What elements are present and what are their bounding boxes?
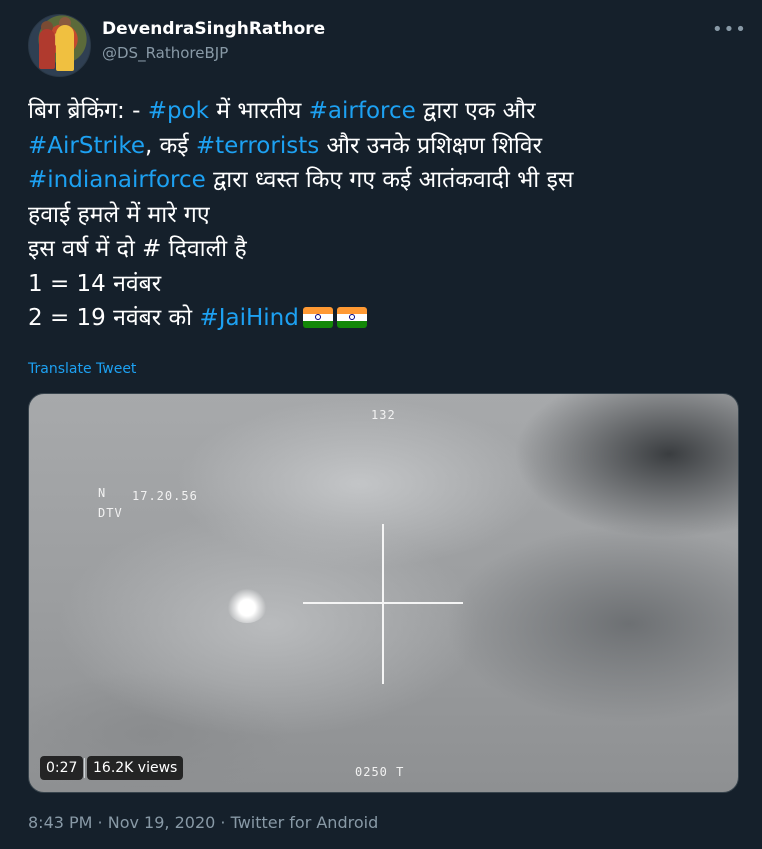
tweet-text-line: हवाई हमले में मारे गए [28, 198, 738, 233]
tweet-text-segment: द्वारा ध्वस्त किए गए कई आतंकवादी भी इस [205, 167, 574, 193]
tweet-text-segment: द्वारा एक और [415, 98, 536, 124]
tweet-date[interactable]: Nov 19, 2020 [108, 813, 216, 832]
translate-tweet-link[interactable]: Translate Tweet [28, 361, 136, 377]
author-handle[interactable]: @DS_RathoreBJP [102, 44, 228, 62]
tweet-text-segment: 2 = 19 नवंबर को [28, 305, 200, 331]
hashtag-link[interactable]: #pok [148, 98, 209, 124]
tweet: DevendraSinghRathore @DS_RathoreBJP ••• … [0, 0, 762, 849]
tweet-text: बिग ब्रेकिंग: - #pok में भारतीय #airforc… [28, 94, 738, 336]
author-display-name[interactable]: DevendraSinghRathore [102, 19, 325, 39]
tweet-text-segment: 1 = 14 नवंबर [28, 270, 162, 297]
hashtag-link[interactable]: #terrorists [196, 133, 319, 159]
hud-north-indicator: N [98, 486, 107, 500]
tweet-text-segment: इस वर्ष में दो # दिवाली है [28, 236, 247, 262]
tweet-text-line: इस वर्ष में दो # दिवाली है [28, 232, 738, 267]
tweet-text-line: 2 = 19 नवंबर को #JaiHind [28, 301, 738, 336]
tweet-text-line: #AirStrike, कई #terrorists और उनके प्रशि… [28, 129, 738, 164]
hud-bottom-readout: 0250 T [355, 765, 405, 779]
hud-heading-readout: 132 [371, 408, 396, 422]
tweet-metadata: 8:43 PM · Nov 19, 2020 · Twitter for And… [28, 813, 379, 832]
more-options-icon[interactable]: ••• [712, 20, 746, 40]
hashtag-link[interactable]: #airforce [309, 98, 416, 124]
hashtag-link[interactable]: #AirStrike [28, 133, 145, 159]
india-flag-icon [302, 307, 333, 328]
tweet-text-segment: , कई [144, 132, 196, 159]
explosion-flare [227, 589, 267, 623]
tweet-text-segment: और उनके प्रशिक्षण शिविर [319, 132, 542, 159]
hud-mode-label: DTV [98, 506, 123, 520]
tweet-text-line: #indianairforce द्वारा ध्वस्त किए गए कई … [28, 163, 738, 198]
hashtag-link[interactable]: #indianairforce [28, 167, 206, 193]
hashtag-link[interactable]: #JaiHind [199, 305, 298, 331]
crosshair-vertical [382, 524, 384, 684]
tweet-text-segment: बिग ब्रेकिंग: - [28, 98, 148, 124]
video-player[interactable]: 132 N 17.20.56 DTV 0250 T 0:27 16.2K vie… [28, 393, 739, 793]
india-flag-icon [336, 307, 367, 328]
tweet-text-segment: में भारतीय [209, 98, 309, 124]
tweet-text-line: 1 = 14 नवंबर [28, 267, 738, 302]
video-duration-badge: 0:27 [40, 756, 84, 780]
hud-timestamp: 17.20.56 [132, 489, 198, 503]
tweet-text-segment: हवाई हमले में मारे गए [28, 201, 210, 228]
tweet-source: Twitter for Android [230, 813, 379, 832]
tweet-time[interactable]: 8:43 PM [28, 813, 92, 832]
tweet-text-line: बिग ब्रेकिंग: - #pok में भारतीय #airforc… [28, 94, 738, 129]
avatar[interactable] [28, 14, 91, 77]
video-views-badge: 16.2K views [87, 756, 184, 780]
